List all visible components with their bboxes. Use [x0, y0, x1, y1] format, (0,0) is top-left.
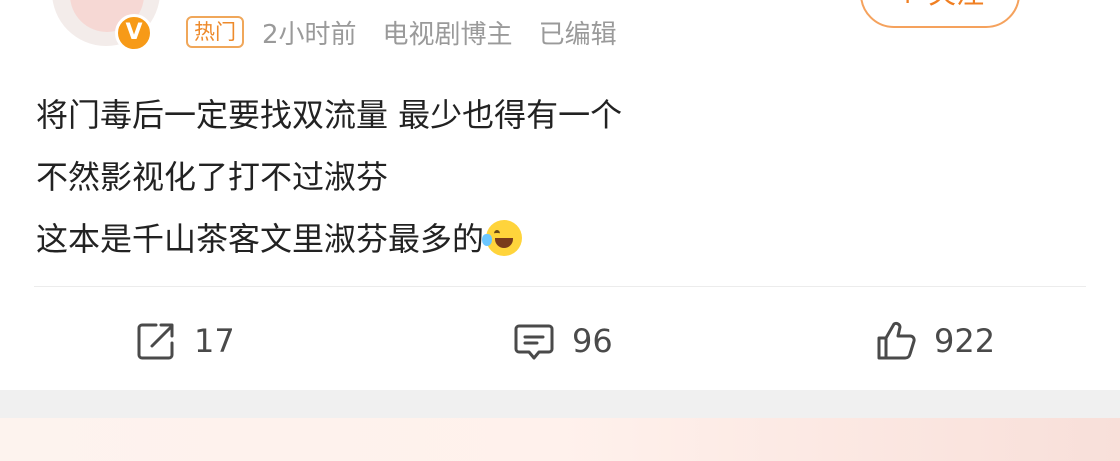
verified-icon: V [115, 14, 153, 52]
post-content[interactable]: 将门毒后一定要找双流量 最少也得有一个 不然影视化了打不过淑芬 这本是千山茶客文… [36, 84, 1036, 270]
like-icon [877, 321, 916, 360]
repost-button[interactable]: 17 [134, 318, 235, 364]
feed-separator [0, 390, 1120, 418]
like-button[interactable]: 922 [874, 318, 995, 364]
comment-button[interactable]: 96 [512, 318, 613, 364]
weibo-post-card: V + 关注 热门 2小时前 电视剧博主 已编辑 将门毒后一定要找双流量 最少也… [0, 0, 1120, 390]
post-text-line: 将门毒后一定要找双流量 最少也得有一个 [36, 84, 1036, 146]
post-text-line-3: 这本是千山茶客文里淑芬最多的 [36, 220, 485, 258]
repost-icon [137, 323, 174, 360]
follow-button[interactable]: + 关注 [860, 0, 1020, 28]
post-text-line: 不然影视化了打不过淑芬 [36, 146, 1036, 208]
repost-count: 17 [194, 322, 235, 360]
post-meta: 热门 2小时前 电视剧博主 已编辑 [186, 12, 643, 52]
laughing-crying-emoji-icon [482, 220, 523, 256]
hot-badge: 热门 [186, 16, 244, 48]
post-text-line: 这本是千山茶客文里淑芬最多的 [36, 208, 1036, 270]
next-post-card[interactable] [0, 418, 1120, 461]
tear-icon [482, 234, 493, 246]
comment-count: 96 [572, 322, 613, 360]
author-title: 电视剧博主 [382, 19, 513, 50]
comment-icon [514, 324, 554, 360]
divider [34, 286, 1086, 287]
like-count: 922 [934, 322, 996, 360]
post-text-line-1: 将门毒后一定要找双流量 最少也得有一个 [36, 96, 623, 134]
edited-label: 已编辑 [538, 19, 617, 50]
post-text-line-2: 不然影视化了打不过淑芬 [36, 158, 389, 196]
post-time: 2小时前 [262, 19, 357, 50]
